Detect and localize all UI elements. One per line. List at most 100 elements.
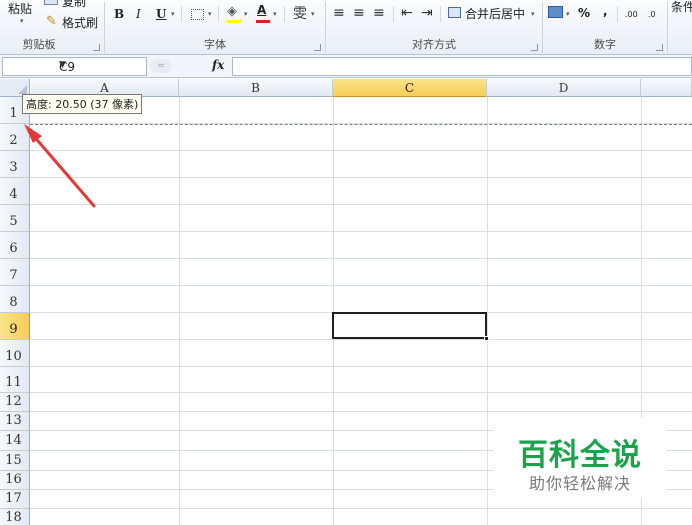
name-box-dropdown-icon[interactable]: ▼ [59,60,66,70]
increase-decimal-button[interactable]: .00 [625,10,638,19]
row-header-16[interactable]: 16 [0,471,30,490]
merge-dropdown-icon[interactable]: ▾ [531,10,535,18]
border-icon[interactable] [191,9,204,20]
row-header-17[interactable]: 17 [0,490,30,509]
copy-button[interactable]: 复制 [62,0,86,10]
gridline [30,231,692,232]
column-header-b[interactable]: B [179,79,333,97]
row-header-15[interactable]: 15 [0,451,30,471]
formula-controls: = fx [150,57,230,76]
gridline [30,285,692,286]
comma-button[interactable]: , [603,4,608,18]
row-number: 13 [5,413,22,428]
paste-button[interactable]: 粘贴 [8,0,32,17]
clipboard-group-label: 剪贴板 [22,38,56,51]
align-right-icon[interactable]: ≡ [373,5,385,21]
fill-color-dropdown-icon[interactable]: ▾ [244,10,248,18]
gridline [30,150,692,151]
accounting-format-icon[interactable] [548,6,563,18]
clipboard-launcher-icon[interactable] [93,44,100,51]
row-header-4[interactable]: 4 [0,178,30,205]
paste-dropdown-icon[interactable]: ▾ [20,17,24,25]
row-header-6[interactable]: 6 [0,232,30,259]
column-header-d[interactable]: D [487,79,641,97]
row-header-8[interactable]: 8 [0,286,30,313]
row-number: 11 [5,375,22,390]
row-header-18[interactable]: 18 [0,509,30,525]
row-number: 3 [9,160,18,175]
font-color-dropdown-icon[interactable]: ▾ [273,10,277,18]
increase-indent-icon[interactable]: ⇥ [421,5,433,21]
gridline [30,411,692,412]
row-number: 16 [5,472,22,487]
row-header-2[interactable]: 2 [0,124,30,151]
fill-color-bar [227,20,241,23]
row-header-9[interactable]: 9 [0,313,30,340]
clipboard-group: 粘贴 ▾ 复制 ✎ 格式刷 剪贴板 [0,0,104,54]
row-header-12[interactable]: 12 [0,393,30,412]
row-header-3[interactable]: 3 [0,151,30,178]
font-launcher-icon[interactable] [314,44,321,51]
row-header-7[interactable]: 7 [0,259,30,286]
percent-button[interactable]: % [578,6,590,20]
number-group-label: 数字 [594,38,616,51]
conditional-format-button[interactable]: 条件 [671,0,692,15]
phonetic-icon[interactable]: 雯 [293,3,307,23]
watermark-title: 百科全说 [518,438,642,473]
selected-cell[interactable] [332,312,487,339]
decrease-indent-icon[interactable]: ⇤ [401,5,413,21]
row-number: 9 [9,322,18,337]
row-number: 8 [9,295,18,310]
separator [393,6,394,22]
row-number: 2 [9,133,18,148]
row-number: 7 [9,268,18,283]
row-number: 18 [5,510,22,525]
separator [284,6,285,22]
underline-dropdown-icon[interactable]: ▾ [171,10,175,18]
column-header-c[interactable]: C [333,79,487,97]
gridline [487,97,488,525]
underline-button[interactable]: U [156,7,166,21]
italic-button[interactable]: I [136,7,141,21]
align-center-icon[interactable]: ≡ [353,5,365,21]
alignment-launcher-icon[interactable] [531,44,538,51]
ribbon: 粘贴 ▾ 复制 ✎ 格式刷 剪贴板 B I U ▾ ▾ ◈ ▾ A ▾ 雯 ▾ … [0,0,692,55]
row-number: 12 [5,394,22,409]
row-number: 6 [9,241,18,256]
row-number: 14 [5,433,22,448]
bold-button[interactable]: B [114,7,124,21]
fill-color-icon[interactable]: ◈ [227,4,237,19]
row-header-5[interactable]: 5 [0,205,30,232]
merge-center-button[interactable]: 合并后居中 [465,5,525,22]
formula-input[interactable] [232,57,692,76]
alignment-group: ≡ ≡ ≡ ⇤ ⇥ 合并后居中 ▾ 对齐方式 [326,0,542,54]
row-header-11[interactable]: 11 [0,367,30,393]
row-number: 17 [5,491,22,506]
row-number: 10 [5,349,22,364]
row-number: 15 [5,453,22,468]
decrease-decimal-button[interactable]: .0 [648,10,656,19]
column-header-e[interactable] [641,79,692,97]
name-box[interactable]: C9 ▼ [2,57,147,76]
watermark-subtitle: 助你轻松解决 [528,474,631,493]
copy-icon [44,0,58,5]
row-header-13[interactable]: 13 [0,412,30,431]
number-launcher-icon[interactable] [656,44,663,51]
gridline [30,508,692,509]
row-header-14[interactable]: 14 [0,431,30,451]
format-painter-button[interactable]: 格式刷 [62,14,98,31]
gridline [333,97,334,525]
separator [440,6,441,22]
fill-handle[interactable] [484,336,489,341]
align-left-icon[interactable]: ≡ [333,5,345,21]
insert-function-button[interactable]: fx [212,58,224,72]
gridline [30,392,692,393]
merge-center-icon[interactable] [448,7,461,18]
gridline [30,339,692,340]
phonetic-dropdown-icon[interactable]: ▾ [311,10,315,18]
border-dropdown-icon[interactable]: ▾ [208,10,212,18]
font-color-button[interactable]: A [257,3,266,17]
separator [181,6,182,22]
row-header-10[interactable]: 10 [0,340,30,367]
accounting-dropdown-icon[interactable]: ▾ [566,10,570,18]
